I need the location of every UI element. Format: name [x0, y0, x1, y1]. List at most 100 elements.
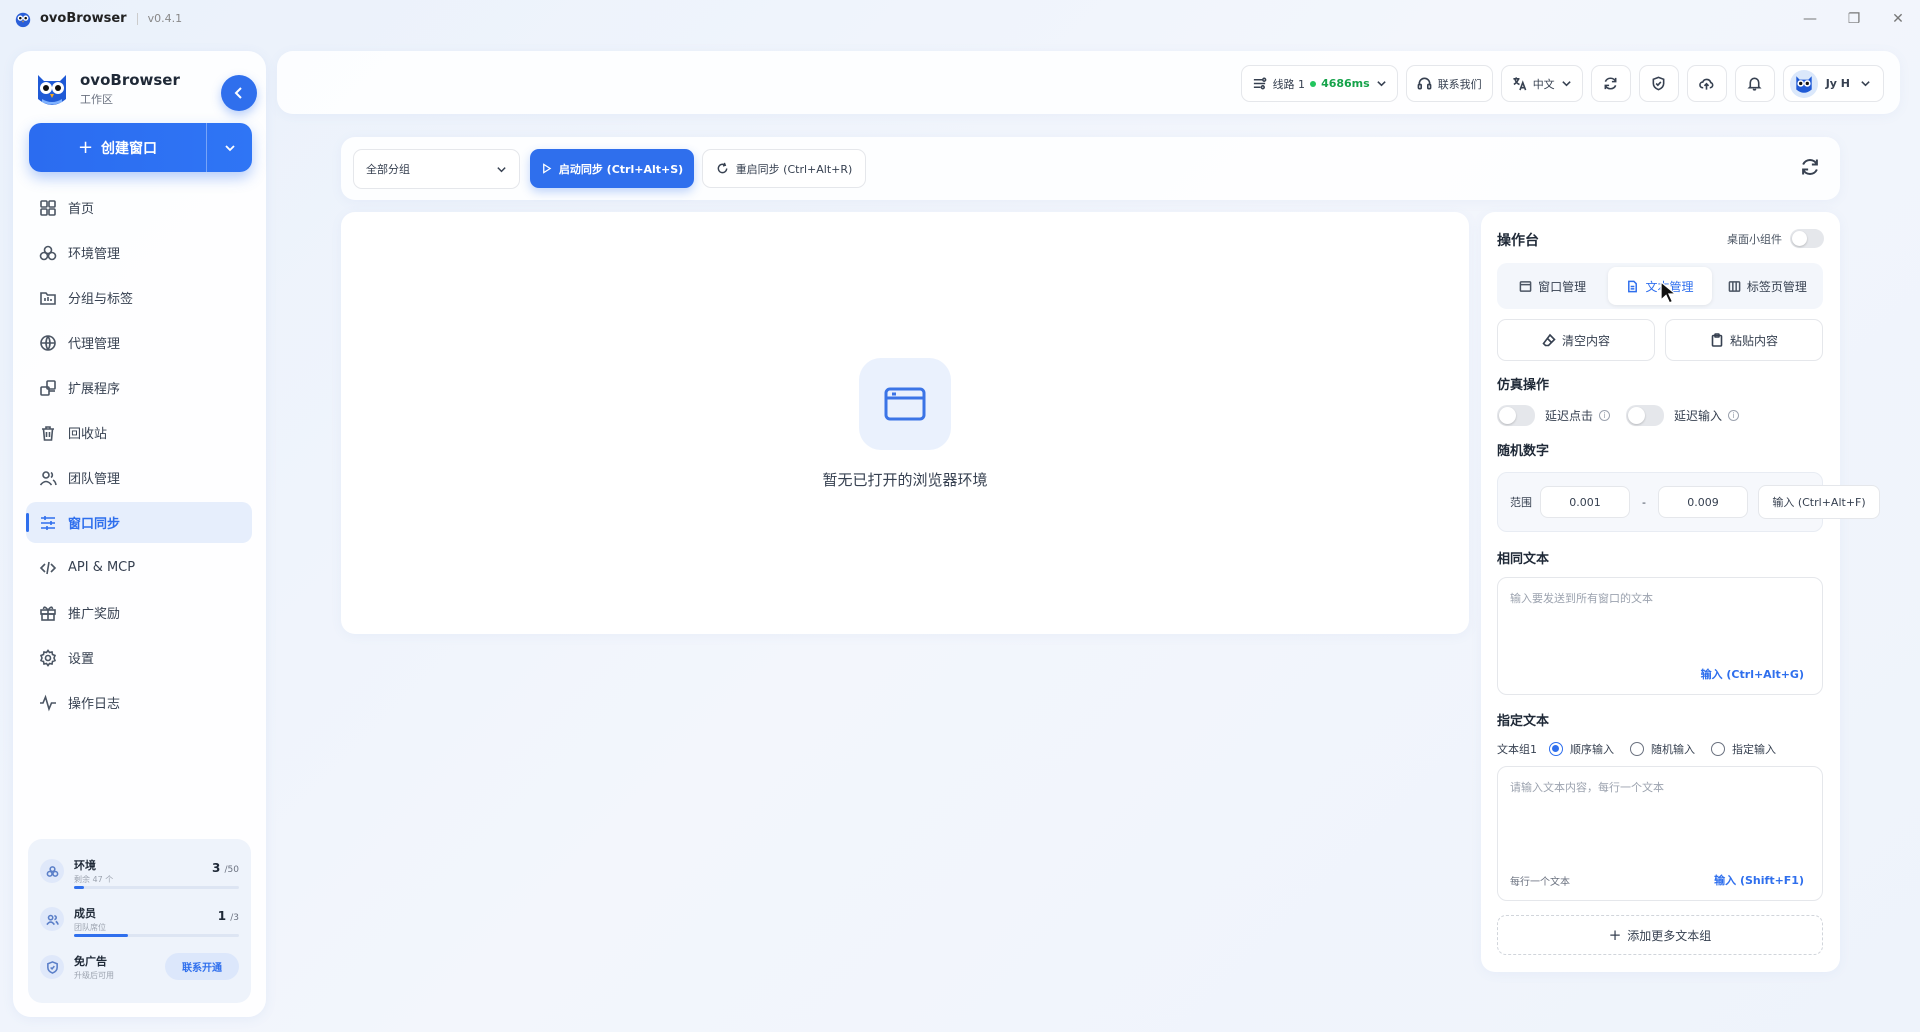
close-icon[interactable]: ✕: [1876, 0, 1920, 37]
environments-icon: [40, 859, 64, 883]
restart-sync-button[interactable]: 重启同步 (Ctrl+Alt+R): [702, 149, 866, 188]
restore-icon[interactable]: ❐: [1832, 0, 1876, 37]
brand-name: ovoBrowser: [80, 71, 180, 89]
language-label: 中文: [1532, 77, 1555, 91]
sidebar-item-label: 操作日志: [68, 697, 121, 712]
line-selector[interactable]: 线路 1 4686ms: [1240, 65, 1398, 102]
app-title: ovoBrowser: [40, 11, 127, 26]
tab-tab-management[interactable]: 标签页管理: [1716, 267, 1819, 305]
text-actions: 清空内容 粘贴内容: [1497, 319, 1823, 361]
start-sync-button[interactable]: 启动同步 (Ctrl+Alt+S): [530, 149, 694, 188]
add-text-group-button[interactable]: + 添加更多文本组: [1497, 915, 1823, 955]
refresh-icon[interactable]: [1800, 157, 1820, 177]
delay-input-toggle[interactable]: [1626, 405, 1665, 426]
owl-logo-icon: [15, 12, 31, 27]
top-bar-actions: 线路 1 4686ms 联系我们 中文 Jy H: [1240, 65, 1884, 102]
sync-toolbar: 全部分组 启动同步 (Ctrl+Alt+S) 重启同步 (Ctrl+Alt+R): [341, 137, 1840, 200]
quota-environments: 环境 剩余 47 个 3 /50: [40, 847, 239, 895]
sidebar-item-environments[interactable]: 环境管理: [26, 232, 252, 273]
radio-assigned[interactable]: [1711, 742, 1725, 756]
console-title: 操作台: [1497, 233, 1539, 249]
paste-content-button[interactable]: 粘贴内容: [1665, 319, 1823, 361]
radio-sequential[interactable]: [1549, 742, 1563, 756]
sidebar-item-window-sync[interactable]: 窗口同步: [26, 502, 252, 543]
random-range-box: 范围 0.001 - 0.009 输入 (Ctrl+Alt+F): [1497, 472, 1880, 532]
create-window-button[interactable]: + 创建窗口: [29, 123, 207, 172]
sidebar-item-home[interactable]: 首页: [26, 187, 252, 228]
empty-state-text: 暂无已打开的浏览器环境: [822, 471, 988, 489]
sidebar-item-proxy[interactable]: 代理管理: [26, 322, 252, 363]
sliders-icon: [41, 515, 55, 530]
sidebar-item-label: 窗口同步: [68, 517, 121, 532]
same-text-send-button[interactable]: 输入 (Ctrl+Alt+G): [1701, 666, 1804, 682]
delay-click-label: 延迟点击: [1545, 409, 1594, 423]
simulation-title: 仿真操作: [1497, 378, 1550, 393]
sidebar-item-trash[interactable]: 回收站: [26, 412, 252, 453]
simulation-options: 延迟点击 i 延迟输入 i: [1497, 405, 1755, 426]
app-version: v0.4.1: [147, 12, 183, 25]
folder-icon: [40, 291, 56, 305]
sidebar-item-logs[interactable]: 操作日志: [26, 682, 252, 723]
same-text-placeholder: 输入要发送到所有窗口的文本: [1510, 592, 1653, 605]
info-icon[interactable]: i: [1599, 410, 1611, 421]
assigned-text-input[interactable]: 请输入文本内容，每行一个文本 每行一个文本 输入 (Shift+F1): [1497, 766, 1823, 901]
shield-icon: [1652, 76, 1665, 91]
sidebar-item-label: 分组与标签: [68, 292, 134, 307]
range-max-input[interactable]: 0.009: [1657, 486, 1748, 518]
tab-label: 标签页管理: [1746, 279, 1807, 294]
same-text-input[interactable]: 输入要发送到所有窗口的文本 输入 (Ctrl+Alt+G): [1497, 577, 1823, 695]
notifications-button[interactable]: [1734, 65, 1775, 102]
quota-ad-title: 免广告: [74, 955, 107, 968]
desktop-widget-toggle[interactable]: [1790, 229, 1824, 248]
text-group-label: 文本组1: [1497, 743, 1537, 756]
group-select[interactable]: 全部分组: [353, 149, 520, 189]
sidebar-item-api[interactable]: API & MCP: [26, 547, 252, 588]
radio-random[interactable]: [1630, 742, 1644, 756]
user-menu[interactable]: Jy H: [1782, 65, 1884, 102]
quota-member-value: 1 /3: [217, 909, 239, 923]
minimize-icon[interactable]: —: [1788, 0, 1832, 37]
gift-icon: [40, 605, 56, 621]
operation-console: 操作台 桌面小组件 窗口管理 文本管理 标签页管理 清空内容 粘贴内容 仿真操作: [1481, 212, 1880, 972]
assigned-text-title: 指定文本: [1497, 714, 1550, 729]
contact-upgrade-button[interactable]: 联系开通: [165, 953, 239, 980]
quota-ad-sub: 升级后可用: [74, 971, 114, 980]
sidebar-item-extensions[interactable]: 扩展程序: [26, 367, 252, 408]
text-group-mode: 文本组1 顺序输入 随机输入 指定输入: [1497, 741, 1776, 757]
browser-window-icon: [859, 358, 951, 450]
title-bar: ovoBrowser v0.4.1 — ❐ ✕: [0, 0, 1920, 37]
quota-env-progress: [74, 886, 239, 889]
contact-us-label: 联系我们: [1437, 77, 1482, 91]
owl-logo-icon: [38, 75, 66, 105]
assigned-text-send-button[interactable]: 输入 (Shift+F1): [1714, 872, 1804, 888]
delay-click-toggle[interactable]: [1497, 405, 1535, 426]
clear-content-button[interactable]: 清空内容: [1497, 319, 1655, 361]
browser-list-panel: 暂无已打开的浏览器环境: [341, 212, 1469, 634]
random-input-button[interactable]: 输入 (Ctrl+Alt+F): [1758, 485, 1880, 519]
security-button[interactable]: [1638, 65, 1679, 102]
tab-window-management[interactable]: 窗口管理: [1501, 267, 1604, 305]
refresh-button[interactable]: [1590, 65, 1631, 102]
sidebar-item-settings[interactable]: 设置: [26, 637, 252, 678]
contact-us-button[interactable]: 联系我们: [1405, 65, 1493, 102]
title-divider: [136, 12, 138, 25]
assigned-text-placeholder: 请输入文本内容，每行一个文本: [1510, 781, 1664, 794]
home-icon: [40, 199, 56, 216]
sidebar-item-label: 环境管理: [68, 247, 121, 262]
range-min-input[interactable]: 0.001: [1540, 486, 1630, 518]
language-selector[interactable]: 中文: [1500, 65, 1583, 102]
sidebar-item-label: 回收站: [68, 427, 108, 442]
activity-icon: [40, 694, 56, 711]
sidebar-item-team[interactable]: 团队管理: [26, 457, 252, 498]
sidebar-item-rewards[interactable]: 推广奖励: [26, 592, 252, 633]
info-icon[interactable]: i: [1728, 410, 1740, 421]
quota-members: 成员 团队席位 1 /3: [40, 895, 239, 943]
plus-icon: +: [77, 137, 94, 158]
collapse-sidebar-button[interactable]: [221, 75, 257, 111]
desktop-widget-label: 桌面小组件: [1727, 232, 1782, 246]
cloud-sync-button[interactable]: [1686, 65, 1727, 102]
group-select-value: 全部分组: [366, 163, 410, 176]
sidebar-item-groups[interactable]: 分组与标签: [26, 277, 252, 318]
create-window-dropdown[interactable]: [207, 123, 252, 172]
random-number-title: 随机数字: [1497, 444, 1550, 459]
